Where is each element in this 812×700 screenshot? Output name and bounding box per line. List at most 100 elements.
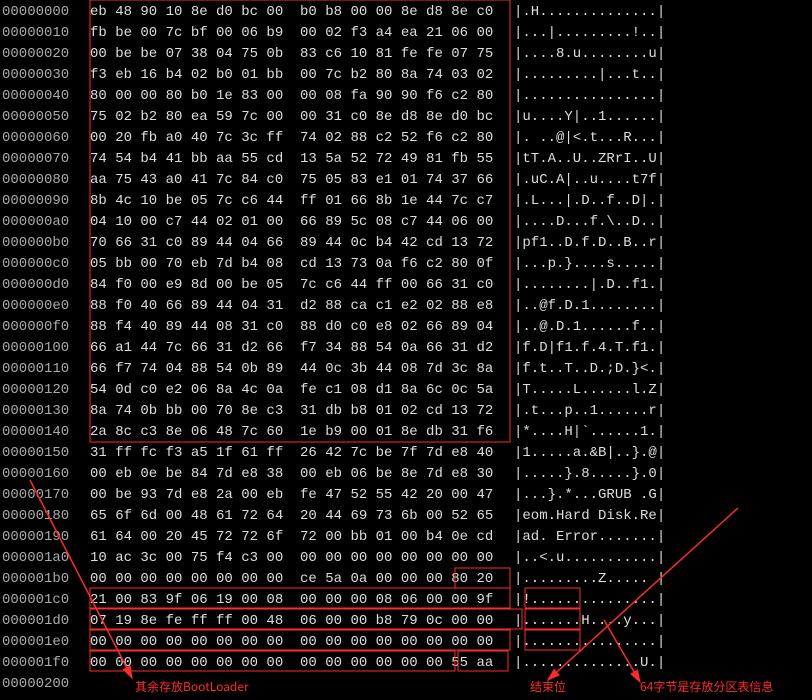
hex-row: 0000011066 f7 74 04 88 54 0b 89 44 0c 3b…: [2, 359, 812, 380]
hex-bytes: 07 19 8e fe ff ff 00 48 06 00 00 b8 79 0…: [90, 611, 510, 632]
hex-row: 00000000eb 48 90 10 8e d0 bc 00 b0 b8 00…: [2, 2, 812, 23]
address: 00000060: [2, 128, 90, 149]
ascii: |..............U.|: [514, 653, 665, 674]
ascii: |f.D|f1.f.4.T.f1.|: [514, 338, 665, 359]
hex-bytes: 00 be 93 7d e8 2a 00 eb fe 47 52 55 42 2…: [90, 485, 510, 506]
hex-row: 000001f000 00 00 00 00 00 00 00 00 00 00…: [2, 653, 812, 674]
address: 00000170: [2, 485, 90, 506]
address: 00000020: [2, 44, 90, 65]
hex-row: 000001308a 74 0b bb 00 70 8e c3 31 db b8…: [2, 401, 812, 422]
hex-bytes: [90, 674, 510, 695]
hex-bytes: fb be 00 7c bf 00 06 b9 00 02 f3 a4 ea 2…: [90, 23, 510, 44]
hex-row: 0000007074 54 b4 41 bb aa 55 cd 13 5a 52…: [2, 149, 812, 170]
address: 000001f0: [2, 653, 90, 674]
hex-bytes: 00 be be 07 38 04 75 0b 83 c6 10 81 fe f…: [90, 44, 510, 65]
hex-bytes: 00 00 00 00 00 00 00 00 00 00 00 00 00 0…: [90, 632, 510, 653]
hex-bytes: aa 75 43 a0 41 7c 84 c0 75 05 83 e1 01 7…: [90, 170, 510, 191]
hex-bytes: 00 eb 0e be 84 7d e8 38 00 eb 06 be 8e 7…: [90, 464, 510, 485]
ascii: |.t...p..1......r|: [514, 401, 665, 422]
ascii: |..@f.D.1........|: [514, 296, 665, 317]
address: 00000010: [2, 23, 90, 44]
hex-row: 00000030f3 eb 16 b4 02 b0 01 bb 00 7c b2…: [2, 65, 812, 86]
address: 00000090: [2, 191, 90, 212]
ascii: |eom.Hard Disk.Re|: [514, 506, 665, 527]
hex-row: 000000c005 bb 00 70 eb 7d b4 08 cd 13 73…: [2, 254, 812, 275]
hex-row: 0000012054 0d c0 e2 06 8a 4c 0a fe c1 08…: [2, 380, 812, 401]
hex-row: 000001e000 00 00 00 00 00 00 00 00 00 00…: [2, 632, 812, 653]
hex-row: 000000908b 4c 10 be 05 7c c6 44 ff 01 66…: [2, 191, 812, 212]
hex-row: 0000004080 00 00 80 b0 1e 83 00 00 08 fa…: [2, 86, 812, 107]
address: 00000120: [2, 380, 90, 401]
ascii: |tT.A..U..ZRrI..U|: [514, 149, 665, 170]
hex-dump: 00000000eb 48 90 10 8e d0 bc 00 b0 b8 00…: [0, 0, 812, 695]
hex-bytes: 00 00 00 00 00 00 00 00 ce 5a 0a 00 00 0…: [90, 569, 510, 590]
address: 000001d0: [2, 611, 90, 632]
hex-bytes: 84 f0 00 e9 8d 00 be 05 7c c6 44 ff 00 6…: [90, 275, 510, 296]
hex-row: 00000010fb be 00 7c bf 00 06 b9 00 02 f3…: [2, 23, 812, 44]
ascii: |.......H....y...|: [514, 611, 665, 632]
hex-row: 0000006000 20 fb a0 40 7c 3c ff 74 02 88…: [2, 128, 812, 149]
ascii: |!...............|: [514, 590, 665, 611]
hex-row: 0000010066 a1 44 7c 66 31 d2 66 f7 34 88…: [2, 338, 812, 359]
hex-row: 000000e088 f0 40 66 89 44 04 31 d2 88 ca…: [2, 296, 812, 317]
ascii: |....D...f.\..D..|: [514, 212, 665, 233]
address: 00000200: [2, 674, 90, 695]
hex-bytes: f3 eb 16 b4 02 b0 01 bb 00 7c b2 80 8a 7…: [90, 65, 510, 86]
hex-row: 000001b000 00 00 00 00 00 00 00 ce 5a 0a…: [2, 569, 812, 590]
hex-bytes: 74 54 b4 41 bb aa 55 cd 13 5a 52 72 49 8…: [90, 149, 510, 170]
address: 00000030: [2, 65, 90, 86]
address: 00000150: [2, 443, 90, 464]
ascii: |.........Z..... |: [514, 569, 665, 590]
address: 00000160: [2, 464, 90, 485]
hex-bytes: 80 00 00 80 b0 1e 83 00 00 08 fa 90 90 f…: [90, 86, 510, 107]
hex-row: 000000d084 f0 00 e9 8d 00 be 05 7c c6 44…: [2, 275, 812, 296]
address: 00000100: [2, 338, 90, 359]
hex-row: 0000005075 02 b2 80 ea 59 7c 00 00 31 c0…: [2, 107, 812, 128]
hex-bytes: 04 10 00 c7 44 02 01 00 66 89 5c 08 c7 4…: [90, 212, 510, 233]
ascii: |.uC.A|..u....t7f|: [514, 170, 665, 191]
hex-row: 000001c021 00 83 9f 06 19 00 08 00 00 00…: [2, 590, 812, 611]
ascii: |..<.u...........|: [514, 548, 665, 569]
address: 00000000: [2, 2, 90, 23]
address: 00000070: [2, 149, 90, 170]
hex-row: 00000080aa 75 43 a0 41 7c 84 c0 75 05 83…: [2, 170, 812, 191]
hex-bytes: 05 bb 00 70 eb 7d b4 08 cd 13 73 0a f6 c…: [90, 254, 510, 275]
ascii: |.....}.8.....}.0|: [514, 464, 665, 485]
hex-bytes: 88 f0 40 66 89 44 04 31 d2 88 ca c1 e2 0…: [90, 296, 510, 317]
ascii: |ad. Error.......|: [514, 527, 665, 548]
address: 00000180: [2, 506, 90, 527]
address: 00000130: [2, 401, 90, 422]
ascii: |.........|...t..|: [514, 65, 665, 86]
hex-bytes: 88 f4 40 89 44 08 31 c0 88 d0 c0 e8 02 6…: [90, 317, 510, 338]
hex-row: 0000002000 be be 07 38 04 75 0b 83 c6 10…: [2, 44, 812, 65]
hex-bytes: 21 00 83 9f 06 19 00 08 00 00 00 08 06 0…: [90, 590, 510, 611]
hex-bytes: 2a 8c c3 8e 06 48 7c 60 1e b9 00 01 8e d…: [90, 422, 510, 443]
ascii: |pf1..D.f.D..B..r|: [514, 233, 665, 254]
ascii: |.L...|.D..f..D|.|: [514, 191, 665, 212]
address: 000001a0: [2, 548, 90, 569]
ascii: |...p.}....s.....|: [514, 254, 665, 275]
address: 00000040: [2, 86, 90, 107]
ascii: |................|: [514, 632, 665, 653]
address: 000000b0: [2, 233, 90, 254]
hex-row: 000001d007 19 8e fe ff ff 00 48 06 00 00…: [2, 611, 812, 632]
hex-bytes: 00 00 00 00 00 00 00 00 00 00 00 00 00 0…: [90, 653, 510, 674]
address: 000000e0: [2, 296, 90, 317]
address: 000001c0: [2, 590, 90, 611]
hex-bytes: 8b 4c 10 be 05 7c c6 44 ff 01 66 8b 1e 4…: [90, 191, 510, 212]
hex-bytes: 31 ff fc f3 a5 1f 61 ff 26 42 7c be 7f 7…: [90, 443, 510, 464]
address: 000001e0: [2, 632, 90, 653]
hex-row: 000001402a 8c c3 8e 06 48 7c 60 1e b9 00…: [2, 422, 812, 443]
ascii: |T.....L......l.Z|: [514, 380, 665, 401]
address: 00000190: [2, 527, 90, 548]
address: 000000c0: [2, 254, 90, 275]
hex-row: 000000b070 66 31 c0 89 44 04 66 89 44 0c…: [2, 233, 812, 254]
address: 000001b0: [2, 569, 90, 590]
ascii: |...}.*...GRUB .G|: [514, 485, 665, 506]
hex-row: 000000f088 f4 40 89 44 08 31 c0 88 d0 c0…: [2, 317, 812, 338]
ascii: |*....H|`......1.|: [514, 422, 665, 443]
address: 000000f0: [2, 317, 90, 338]
hex-row: 0000017000 be 93 7d e8 2a 00 eb fe 47 52…: [2, 485, 812, 506]
address: 00000050: [2, 107, 90, 128]
ascii: |...|.........!..|: [514, 23, 665, 44]
